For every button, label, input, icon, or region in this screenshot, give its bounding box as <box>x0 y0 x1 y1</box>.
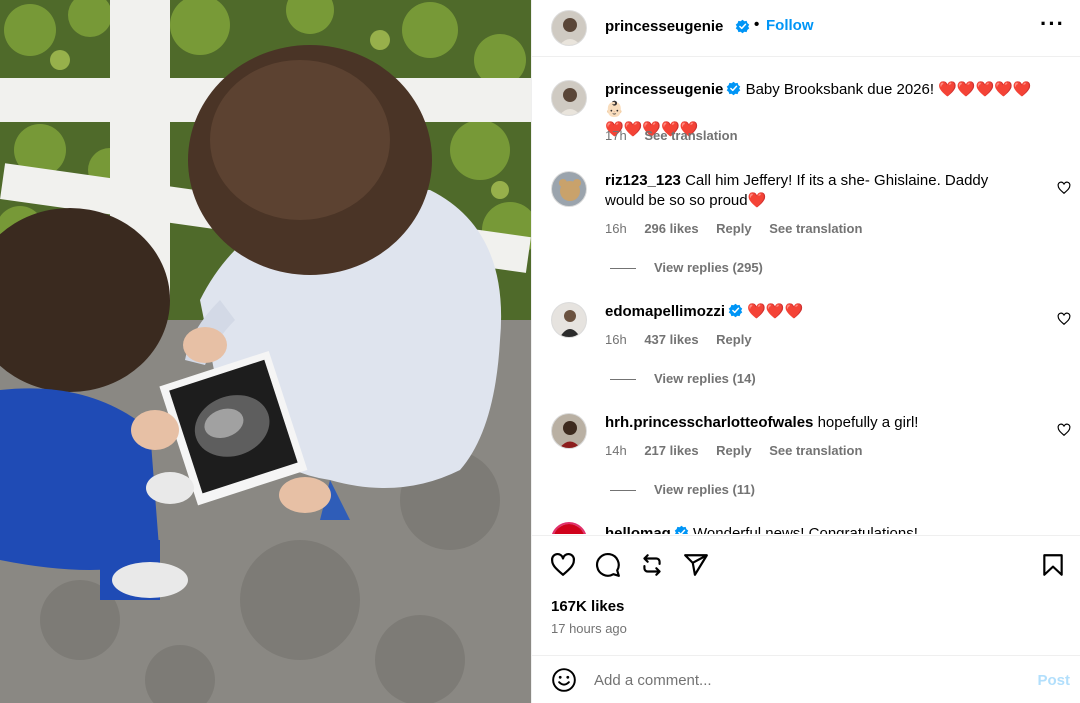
comment-text-line1: hopefully a girl! <box>817 414 919 431</box>
avatar-portrait-icon <box>552 303 586 337</box>
replies-divider <box>610 490 636 492</box>
verified-badge-icon <box>728 303 743 318</box>
avatar-teddy-icon <box>552 172 586 206</box>
comment-username[interactable]: hrh.princesscharlotteofwales <box>605 414 813 431</box>
ultrasound-photo-illustration <box>0 0 531 703</box>
share-send-icon[interactable] <box>683 552 709 578</box>
separator-dot: • <box>754 16 760 33</box>
verified-badge-icon <box>727 81 741 96</box>
save-bookmark-icon[interactable] <box>1040 552 1066 578</box>
see-translation-link[interactable]: See translation <box>644 128 737 143</box>
post-timestamp[interactable]: 17 hours ago <box>551 621 627 636</box>
emoji-smile-icon[interactable] <box>551 667 577 693</box>
like-comment-heart-icon[interactable] <box>1057 181 1071 195</box>
comment-meta: 14h 217 likes Reply See translation <box>605 443 876 458</box>
reply-button[interactable]: Reply <box>716 332 751 347</box>
comment-username[interactable]: riz123_123 <box>605 172 681 189</box>
like-comment-heart-icon[interactable] <box>1057 312 1071 326</box>
comment-username[interactable]: hellomag <box>605 525 671 534</box>
post-details-panel: princesseugenie • Follow ··· princesseug… <box>531 0 1080 703</box>
caption-avatar[interactable] <box>551 80 587 116</box>
comment-likes[interactable]: 217 likes <box>644 443 698 458</box>
caption-meta: 17h See translation <box>605 128 752 143</box>
comments-list[interactable]: princesseugenie Baby Brooksbank due 2026… <box>532 58 1080 534</box>
comment-body: edomapellimozzi ❤️❤️❤️ <box>605 302 1045 322</box>
repost-icon[interactable] <box>639 552 665 578</box>
see-translation-link[interactable]: See translation <box>769 443 862 458</box>
post-photo[interactable] <box>0 0 531 703</box>
post-actions: 167K likes 17 hours ago <box>532 535 1080 647</box>
caption-time[interactable]: 17h <box>605 128 627 143</box>
comment-composer: Post <box>532 655 1080 703</box>
comment-text-line1: Call him Jeffery! If its a she- Ghislain… <box>685 172 989 189</box>
author-username[interactable]: princesseugenie <box>605 18 723 35</box>
comment-text-line1: ❤️❤️❤️ <box>747 303 804 320</box>
commenter-avatar[interactable] <box>551 302 587 338</box>
like-comment-heart-icon[interactable] <box>1057 423 1071 437</box>
comment-body: hellomag Wonderful news! Congratulations… <box>605 524 1045 534</box>
avatar-portrait-icon <box>552 414 586 448</box>
add-comment-input[interactable] <box>594 668 994 692</box>
comment-time[interactable]: 16h <box>605 221 627 236</box>
see-translation-link[interactable]: See translation <box>769 221 862 236</box>
avatar-logo-icon <box>553 524 585 534</box>
view-replies-label: View replies (14) <box>654 371 756 386</box>
comment-meta: 16h 296 likes Reply See translation <box>605 221 876 236</box>
view-replies-label: View replies (295) <box>654 260 763 275</box>
commenter-avatar[interactable] <box>551 522 587 534</box>
reply-button[interactable]: Reply <box>716 221 751 236</box>
comment-body: riz123_123 Call him Jeffery! If its a sh… <box>605 171 1045 211</box>
comment-bubble-icon[interactable] <box>595 552 621 578</box>
commenter-avatar[interactable] <box>551 171 587 207</box>
avatar-portrait-icon <box>552 81 586 115</box>
comment-text-line1: Wonderful news! Congratulations! <box>693 525 918 534</box>
follow-button[interactable]: Follow <box>766 17 814 34</box>
comment-likes[interactable]: 437 likes <box>644 332 698 347</box>
comment-time[interactable]: 16h <box>605 332 627 347</box>
avatar-portrait-icon <box>552 11 586 45</box>
comment-meta: 16h 437 likes Reply <box>605 332 766 347</box>
comment-body: hrh.princesscharlotteofwales hopefully a… <box>605 413 1045 433</box>
reply-button[interactable]: Reply <box>716 443 751 458</box>
verified-badge-icon <box>674 525 689 534</box>
commenter-avatar[interactable] <box>551 413 587 449</box>
view-replies-button[interactable]: View replies (11) <box>610 482 755 497</box>
post-comment-button[interactable]: Post <box>1037 672 1070 689</box>
view-replies-button[interactable]: View replies (295) <box>610 260 763 275</box>
view-replies-button[interactable]: View replies (14) <box>610 371 756 386</box>
view-replies-label: View replies (11) <box>654 482 755 497</box>
comment-username[interactable]: edomapellimozzi <box>605 303 725 320</box>
comment-time[interactable]: 14h <box>605 443 627 458</box>
comment-likes[interactable]: 296 likes <box>644 221 698 236</box>
more-options-icon[interactable]: ··· <box>1040 13 1065 35</box>
author-avatar[interactable] <box>551 10 587 46</box>
likes-count[interactable]: 167K likes <box>551 598 624 615</box>
post-header: princesseugenie • Follow ··· <box>532 0 1080 57</box>
replies-divider <box>610 379 636 381</box>
replies-divider <box>610 268 636 270</box>
comment-text-line2: would be so so proud❤️ <box>605 192 767 209</box>
caption-username[interactable]: princesseugenie <box>605 81 723 98</box>
like-heart-icon[interactable] <box>550 552 576 578</box>
verified-badge-icon <box>735 19 750 34</box>
